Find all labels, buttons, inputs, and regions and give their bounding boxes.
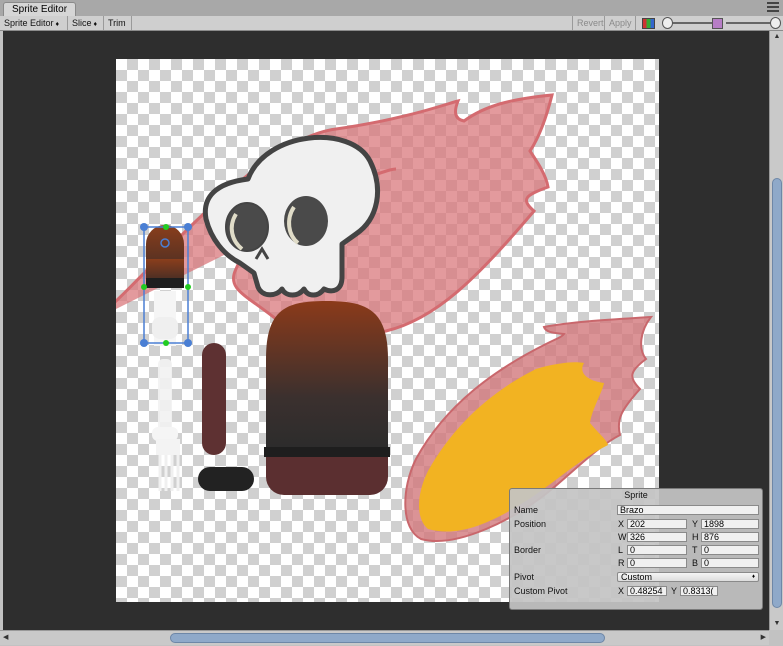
- resize-handle[interactable]: [163, 224, 169, 230]
- revert-button[interactable]: Revert: [572, 16, 605, 30]
- pos-x-field[interactable]: 202: [627, 519, 687, 529]
- border-r-axis-label: R: [618, 558, 625, 568]
- foot-sprite[interactable]: [198, 467, 254, 491]
- border-t-axis-label: T: [692, 545, 698, 555]
- mode-dropdown[interactable]: Sprite Editor ♦: [0, 16, 68, 30]
- mip-slider-thumb[interactable]: [770, 17, 781, 29]
- resize-handle[interactable]: [140, 223, 148, 231]
- trim-button[interactable]: Trim: [104, 16, 132, 30]
- sprite-editor-toolbar: Sprite Editor ♦ Slice ♦ Trim Revert Apply: [0, 16, 783, 31]
- slice-dropdown-label: Slice: [72, 18, 92, 28]
- vertical-scrollbar[interactable]: ▲ ▼: [769, 31, 783, 630]
- sprite-inspector-panel: Sprite Name Brazo Position X 202 Y 1898 …: [509, 488, 763, 610]
- horizontal-scrollbar[interactable]: ◀ ▶: [0, 630, 769, 645]
- dropdown-caret-icon: ♦: [55, 21, 60, 28]
- chevron-down-icon: ♦: [751, 574, 755, 580]
- pos-y-field[interactable]: 1898: [701, 519, 759, 529]
- panel-title: Sprite: [624, 490, 648, 500]
- border-label: Border: [514, 545, 542, 555]
- custom-pivot-y-axis-label: Y: [671, 586, 678, 596]
- pos-h-field[interactable]: 876: [701, 532, 759, 542]
- name-field[interactable]: Brazo: [617, 505, 759, 515]
- border-l-field[interactable]: 0: [627, 545, 687, 555]
- name-label: Name: [514, 505, 539, 515]
- pos-w-axis-label: W: [618, 532, 627, 542]
- color-channel-toggle-icon[interactable]: [642, 18, 655, 29]
- border-b-axis-label: B: [692, 558, 699, 568]
- horizontal-scroll-thumb[interactable]: [170, 633, 605, 643]
- resize-handle[interactable]: [184, 223, 192, 231]
- window-tab[interactable]: Sprite Editor: [3, 2, 77, 17]
- mip-level-icon: [712, 18, 723, 29]
- resize-handle[interactable]: [185, 284, 191, 290]
- border-t-field[interactable]: 0: [701, 545, 759, 555]
- pivot-label: Pivot: [514, 572, 535, 582]
- window-menu-icon[interactable]: [767, 2, 779, 12]
- pivot-dropdown[interactable]: Custom ♦: [617, 572, 759, 582]
- custom-pivot-x-field[interactable]: 0.48254: [627, 586, 667, 596]
- pos-w-field[interactable]: 326: [627, 532, 687, 542]
- pos-y-axis-label: Y: [692, 519, 699, 529]
- dropdown-caret-icon: ♦: [93, 21, 98, 28]
- position-label: Position: [514, 519, 547, 529]
- vertical-scroll-thumb[interactable]: [772, 178, 782, 608]
- slice-dropdown[interactable]: Slice ♦: [68, 16, 104, 30]
- resize-handle[interactable]: [184, 339, 192, 347]
- custom-pivot-x-axis-label: X: [618, 586, 625, 596]
- forearm-bone-sprite[interactable]: [152, 359, 180, 491]
- resize-handle[interactable]: [163, 340, 169, 346]
- leg-segment-sprite[interactable]: [202, 343, 226, 455]
- scroll-right-arrow-icon[interactable]: ▶: [754, 631, 766, 645]
- pos-h-axis-label: H: [692, 532, 699, 542]
- scroll-left-arrow-icon[interactable]: ◀: [3, 631, 15, 645]
- zoom-slider-thumb[interactable]: [662, 17, 673, 29]
- window-titlebar: Sprite Editor: [0, 0, 783, 17]
- border-b-field[interactable]: 0: [701, 558, 759, 568]
- sprite-canvas-viewport[interactable]: Sprite Name Brazo Position X 202 Y 1898 …: [3, 31, 769, 630]
- border-r-field[interactable]: 0: [627, 558, 687, 568]
- resize-handle[interactable]: [141, 284, 147, 290]
- pos-x-axis-label: X: [618, 519, 625, 529]
- pivot-dropdown-value: Custom: [621, 572, 653, 582]
- mode-dropdown-label: Sprite Editor: [4, 18, 54, 28]
- scroll-down-arrow-icon[interactable]: ▼: [770, 618, 783, 630]
- arm-sprite-brazo[interactable]: [146, 225, 184, 346]
- custom-pivot-y-field[interactable]: 0.8313(: [680, 586, 718, 596]
- body-sprite[interactable]: [264, 301, 390, 495]
- resize-handle[interactable]: [140, 339, 148, 347]
- scroll-up-arrow-icon[interactable]: ▲: [770, 31, 783, 43]
- apply-button[interactable]: Apply: [605, 16, 636, 30]
- custom-pivot-label: Custom Pivot: [514, 586, 568, 596]
- zoom-slider[interactable]: [668, 22, 716, 24]
- border-l-axis-label: L: [618, 545, 624, 555]
